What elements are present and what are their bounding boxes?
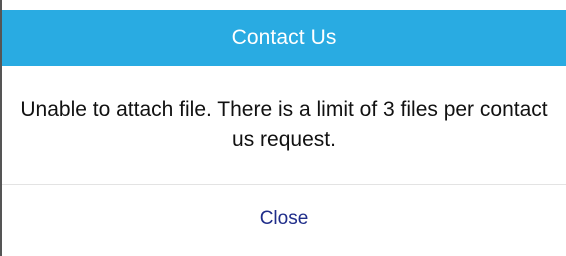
dialog-title: Contact Us [231, 26, 337, 49]
dialog-header: Contact Us [2, 10, 566, 66]
dialog-top-strip [2, 0, 566, 10]
dialog-message: Unable to attach file. There is a limit … [20, 98, 548, 151]
dialog-footer: Close [2, 185, 566, 256]
contact-us-dialog: Contact Us Unable to attach file. There … [0, 0, 566, 256]
dialog-body: Unable to attach file. There is a limit … [2, 66, 566, 184]
close-button[interactable]: Close [240, 200, 329, 238]
